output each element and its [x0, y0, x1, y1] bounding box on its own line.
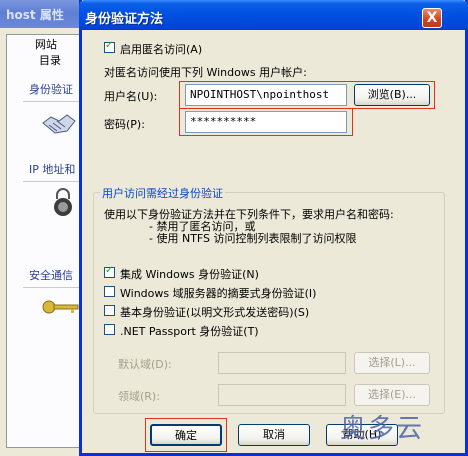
realm-input[interactable]: [218, 384, 346, 406]
section-ip-title: IP 地址和: [29, 163, 76, 176]
key-icon: [42, 300, 79, 314]
anonymous-access-checkbox[interactable]: [104, 40, 115, 53]
basic-auth-label[interactable]: 基本身份验证(以明文形式发送密码)(S): [120, 304, 309, 320]
username-label: 用户名(U):: [104, 90, 158, 103]
select-realm-button[interactable]: 选择(E)...: [354, 384, 430, 406]
ok-button[interactable]: 确定: [150, 424, 222, 446]
auth-group-title: 用户访问需经过身份验证: [100, 185, 225, 201]
section-secure-title: 安全通信: [29, 269, 73, 282]
close-button[interactable]: X: [422, 8, 442, 28]
cancel-button[interactable]: 取消: [238, 424, 310, 446]
anonymous-access-label[interactable]: 启用匿名访问(A): [120, 41, 202, 57]
username-input[interactable]: NPOINTHOST\npointhost: [185, 84, 347, 106]
section-auth-title: 身份验证: [29, 83, 73, 96]
password-label: 密码(P):: [104, 118, 145, 131]
auth-required-group: [93, 192, 445, 414]
tab-directory[interactable]: 目录: [35, 53, 65, 69]
passport-auth-checkbox[interactable]: [104, 324, 115, 335]
select-domain-button[interactable]: 选择(L)...: [354, 352, 430, 374]
digest-auth-label[interactable]: Windows 域服务器的摘要式身份验证(I): [120, 285, 316, 301]
tab-website[interactable]: 网站: [31, 37, 61, 53]
divider: [23, 181, 85, 182]
lock-icon: [54, 188, 72, 216]
watermark-logo: 奥多云: [340, 414, 425, 444]
dialog-title: 身份验证方法: [85, 12, 164, 27]
default-domain-input[interactable]: [218, 352, 346, 374]
digest-auth-checkbox[interactable]: [104, 286, 115, 297]
close-icon: X: [426, 10, 438, 26]
basic-auth-checkbox[interactable]: [104, 305, 115, 316]
integrated-windows-checkbox[interactable]: [104, 265, 115, 278]
default-domain-label: 默认域(D):: [118, 358, 172, 371]
browse-button[interactable]: 浏览(B)...: [354, 84, 430, 106]
background-property-panel: 网站 目录 身份验证 IP 地址和 安全通信: [6, 34, 85, 448]
divider: [23, 287, 85, 288]
realm-label: 领域(R):: [118, 390, 160, 403]
integrated-windows-label[interactable]: 集成 Windows 身份验证(N): [120, 266, 259, 282]
divider: [23, 101, 85, 102]
auth-methods-dialog: 身份验证方法 X 启用匿名访问(A) 对匿名访问使用下列 Windows 用户帐…: [79, 0, 468, 456]
password-input[interactable]: **********: [185, 111, 347, 133]
anonymous-description: 对匿名访问使用下列 Windows 用户帐户:: [104, 66, 307, 79]
background-window-title: host 属性: [6, 8, 64, 22]
handshake-icon: [42, 114, 76, 134]
passport-auth-label[interactable]: .NET Passport 身份验证(T): [120, 323, 259, 339]
auth-condition-2: - 使用 NTFS 访问控制列表限制了访问权限: [149, 232, 357, 245]
dialog-titlebar[interactable]: 身份验证方法 X: [79, 0, 468, 30]
